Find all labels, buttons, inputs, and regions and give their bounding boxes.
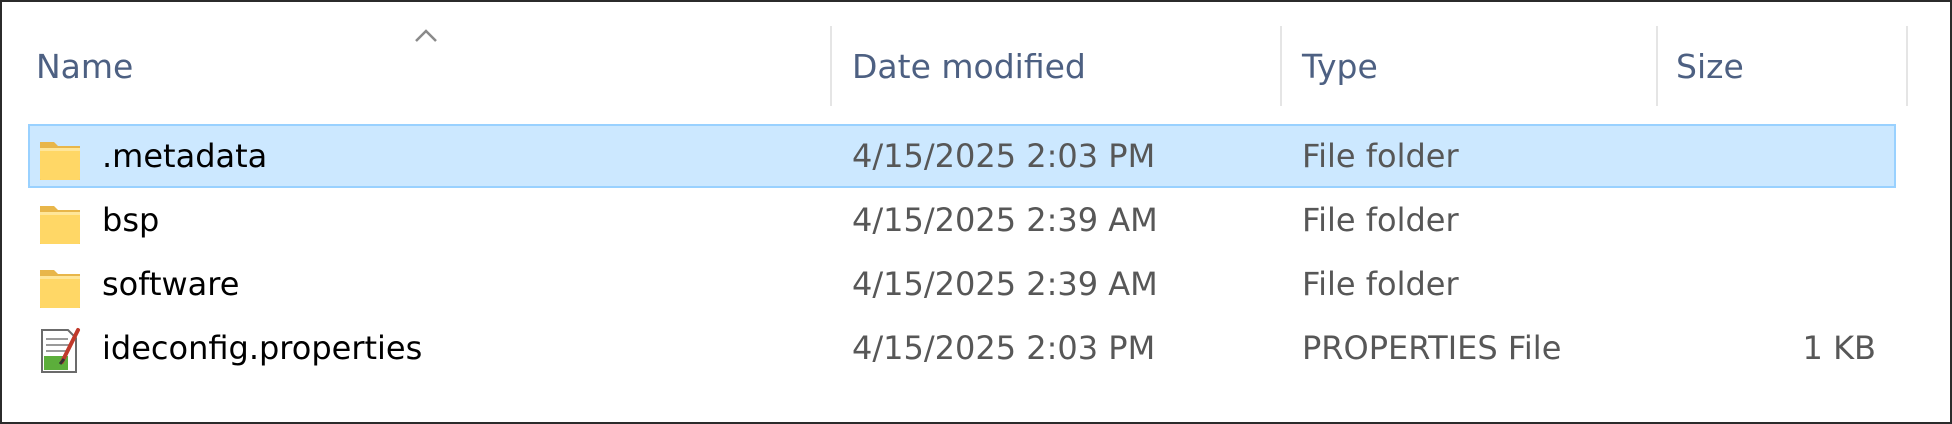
column-header-date-modified[interactable]: Date modified <box>852 26 1278 106</box>
file-type: PROPERTIES File <box>1302 329 1562 367</box>
folder-icon <box>40 270 80 308</box>
column-header-type[interactable]: Type <box>1302 26 1654 106</box>
file-date-modified: 4/15/2025 2:03 PM <box>852 329 1156 367</box>
column-header-name-label: Name <box>36 46 134 86</box>
column-header-type-label: Type <box>1302 46 1378 86</box>
folder-icon <box>40 206 80 244</box>
file-size <box>1676 190 1876 250</box>
column-header-size-label: Size <box>1676 46 1744 86</box>
file-list-view: Name Date modified Type Size .metadata 4… <box>0 0 1952 424</box>
file-name: ideconfig.properties <box>102 329 423 367</box>
file-type: File folder <box>1302 265 1459 303</box>
column-resize-handle[interactable] <box>1280 26 1282 106</box>
file-size <box>1676 254 1876 314</box>
file-date-modified: 4/15/2025 2:39 AM <box>852 201 1158 239</box>
properties-file-icon <box>41 328 80 373</box>
file-size <box>1676 126 1876 186</box>
column-resize-handle[interactable] <box>830 26 832 106</box>
column-header-size[interactable]: Size <box>1676 26 1904 106</box>
file-date-modified: 4/15/2025 2:03 PM <box>852 137 1156 175</box>
file-type: File folder <box>1302 201 1459 239</box>
file-date-modified: 4/15/2025 2:39 AM <box>852 265 1158 303</box>
file-size: 1 KB <box>1802 329 1876 367</box>
file-row-software[interactable]: software 4/15/2025 2:39 AM File folder <box>28 252 1896 316</box>
column-resize-handle[interactable] <box>1656 26 1658 106</box>
file-name: .metadata <box>102 137 268 175</box>
folder-icon <box>40 142 80 180</box>
file-row-bsp[interactable]: bsp 4/15/2025 2:39 AM File folder <box>28 188 1896 252</box>
file-name: software <box>102 265 240 303</box>
column-header-name[interactable]: Name <box>36 26 826 106</box>
file-row-ideconfig-properties[interactable]: ideconfig.properties 4/15/2025 2:03 PM P… <box>28 316 1896 380</box>
column-header-bar: Name Date modified Type Size <box>2 2 1950 112</box>
file-type: File folder <box>1302 137 1459 175</box>
column-header-date-label: Date modified <box>852 46 1086 86</box>
file-row-metadata[interactable]: .metadata 4/15/2025 2:03 PM File folder <box>28 124 1896 188</box>
column-resize-handle[interactable] <box>1906 26 1908 106</box>
file-name: bsp <box>102 201 160 239</box>
